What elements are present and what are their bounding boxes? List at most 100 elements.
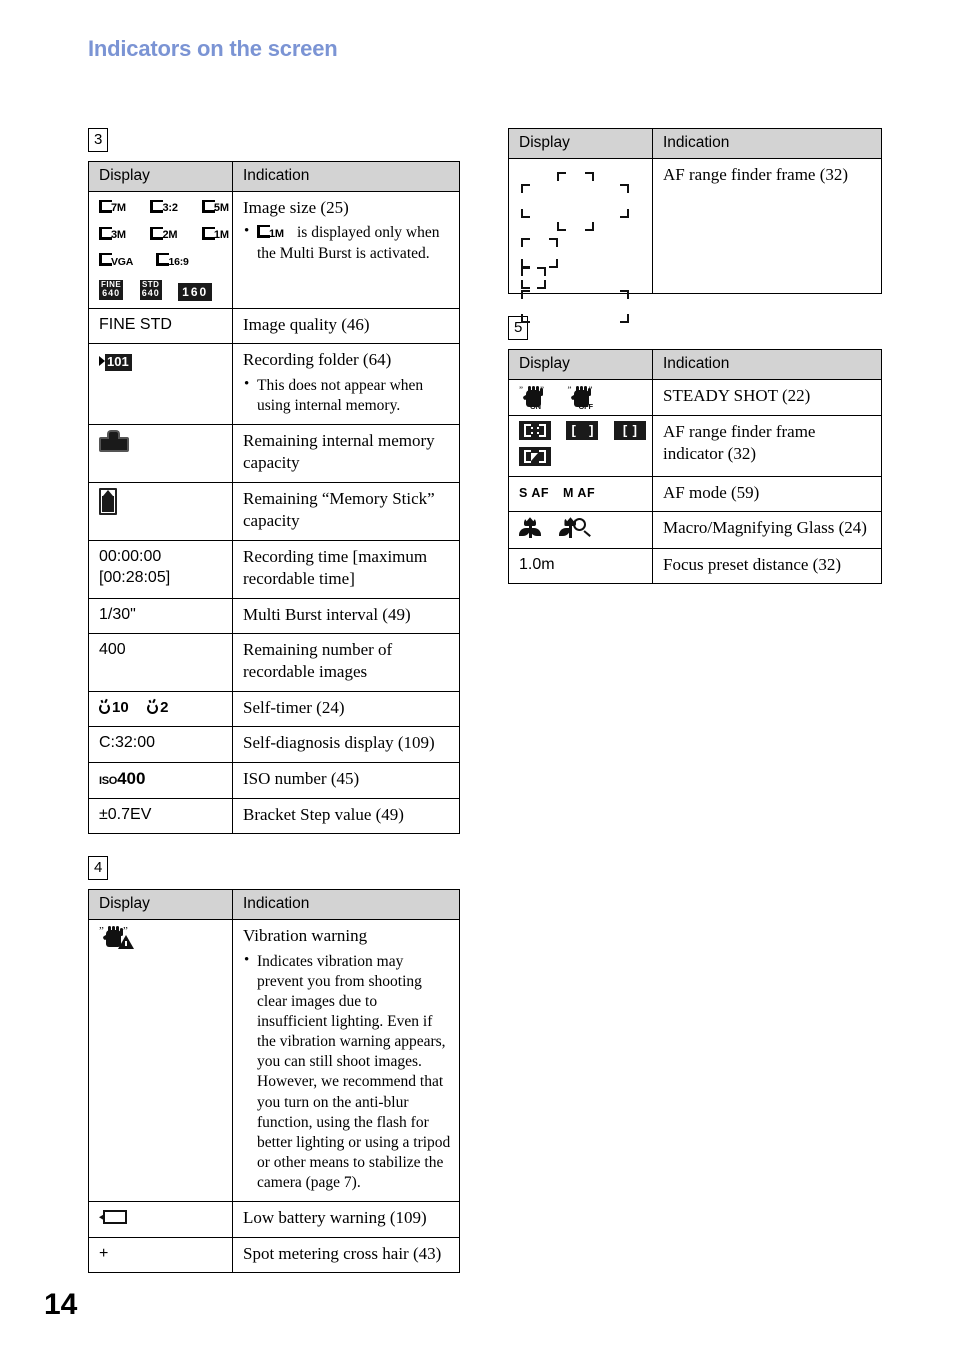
movie-160-icon: 160	[178, 282, 213, 301]
display-cell-macro	[508, 511, 653, 549]
folder-number: 101	[105, 354, 132, 371]
indication-cell-memory-stick: Remaining “Memory Stick” capacity	[232, 481, 460, 541]
movie-quality-icon-row: FINE 640 STD 640 160	[99, 277, 224, 301]
size-7m-icon: 7M	[99, 199, 133, 215]
indication-cell-self-diagnosis: Self-diagnosis display (109)	[232, 726, 460, 763]
page-number: 14	[44, 1288, 78, 1321]
recording-time-max: [00:28:05]	[99, 569, 171, 587]
table-row: Macro/Magnifying Glass (24)	[508, 511, 882, 549]
size-5m-icon: 5M	[201, 199, 236, 215]
list-item: 1Mis displayed only when the Multi Burst…	[243, 222, 451, 263]
table-row: ±0.7EV Bracket Step value (49)	[88, 797, 460, 835]
display-cell-internal-memory	[88, 423, 233, 483]
list-item: This does not appear when using internal…	[243, 375, 451, 416]
column-header-display: Display	[88, 161, 233, 192]
table-row: + Spot metering cross hair (43)	[88, 1236, 460, 1274]
recording-time-current: 00:00:00	[99, 547, 162, 565]
size-1m-inline-icon: 1M	[257, 224, 291, 240]
right-column: Display Indication AF range finder frame…	[508, 128, 882, 585]
table-row: 1/30" Multi Burst interval (49)	[88, 597, 460, 635]
left-column: 3 Display Indication 7M 3:2 5M 3M 2M 1M …	[88, 128, 460, 1274]
table-row: C:32:00 Self-diagnosis display (109)	[88, 726, 460, 763]
display-cell-steady-shot: ”” ON ”” OFF	[508, 379, 653, 416]
display-cell-af-indicator: [] []	[508, 414, 653, 477]
display-cell-low-battery	[88, 1201, 233, 1238]
table-header-row: Display Indication	[508, 349, 882, 380]
indication-cell-image-size: Image size (25) 1Mis displayed only when…	[232, 191, 460, 309]
af-indicator-row-1: [] []	[519, 420, 646, 443]
table-row: 7M 3:2 5M 3M 2M 1M VGA 16:9 FINE 640 STD…	[88, 191, 460, 309]
table-row: [] [] AF range finder frame indicator (3…	[508, 414, 882, 477]
table-row: 10 2 Self-timer (24)	[88, 690, 460, 728]
column-header-indication: Indication	[652, 349, 882, 380]
indication-cell-af-indicator: AF range finder frame indicator (32)	[652, 414, 882, 477]
display-cell-image-size: 7M 3:2 5M 3M 2M 1M VGA 16:9 FINE 640 STD…	[88, 191, 233, 309]
steady-shot-on-label: ON	[530, 402, 541, 411]
display-cell-spot-metering: +	[88, 1236, 233, 1274]
page-title: Indicators on the screen	[88, 36, 338, 61]
indication-cell-multi-burst: Multi Burst interval (49)	[232, 597, 460, 635]
display-cell-self-diagnosis: C:32:00	[88, 726, 233, 763]
table-row: Remaining “Memory Stick” capacity	[88, 481, 460, 541]
af-range-finder-frame-art	[519, 164, 649, 323]
section-number-3: 3	[88, 128, 109, 152]
image-size-icon-row-3: VGA 16:9	[99, 250, 224, 272]
indication-cell-image-quality: Image quality (46)	[232, 307, 460, 345]
indication-cell-steady-shot: STEADY SHOT (22)	[652, 379, 882, 416]
indication-cell-spot-metering: Spot metering cross hair (43)	[232, 1236, 460, 1274]
table-row: Remaining internal memory capacity	[88, 423, 460, 483]
table-af-range-finder-frame: Display Indication AF range finder frame…	[508, 128, 882, 323]
table-row: ”” Vibration warning Indicates vibration…	[88, 919, 460, 1203]
af-mode-single-icon: S AF	[519, 485, 550, 500]
size-16-9-icon: 16:9	[156, 252, 196, 268]
table-row: 101 Recording folder (64) This does not …	[88, 343, 460, 425]
size-2m-icon: 2M	[150, 226, 184, 242]
magnifying-glass-icon	[559, 517, 593, 539]
macro-tulip-icon	[519, 517, 541, 539]
display-cell-multi-burst: 1/30"	[88, 597, 233, 635]
steady-shot-off-label: OFF	[578, 402, 593, 411]
indication-cell-macro: Macro/Magnifying Glass (24)	[652, 511, 882, 549]
table-header-row: Display Indication	[88, 889, 460, 921]
af-flexible-spot-icon	[519, 447, 551, 467]
indication-cell-focus-preset: Focus preset distance (32)	[652, 547, 882, 585]
display-cell-recording-time: 00:00:00 [00:28:05]	[88, 539, 233, 599]
list-item: Indicates vibration may prevent you from…	[243, 951, 451, 1194]
indication-text: Vibration warning	[243, 926, 368, 946]
column-header-indication: Indication	[232, 161, 460, 192]
table-section-4: Display Indication ”” Vibration warning …	[88, 889, 460, 1274]
size-3-2-icon: 3:2	[150, 199, 184, 215]
self-timer-10-icon: 10	[99, 698, 129, 718]
display-cell-focus-preset: 1.0m	[508, 547, 653, 585]
display-cell-image-quality: FINE STD	[88, 307, 233, 345]
size-vga-icon: VGA	[99, 252, 139, 268]
display-cell-bracket-step: ±0.7EV	[88, 797, 233, 835]
image-size-icon-row-2: 3M 2M 1M	[99, 224, 229, 246]
indication-cell-recording-time: Recording time [maximum recordable time]	[232, 539, 460, 599]
low-battery-icon	[99, 1210, 129, 1225]
memory-stick-icon	[99, 487, 117, 515]
table-row: Low battery warning (109)	[88, 1201, 460, 1238]
indication-cell-af-mode: AF mode (59)	[652, 475, 882, 513]
size-3m-icon: 3M	[99, 226, 133, 242]
internal-memory-icon	[99, 429, 129, 452]
table-row: S AF M AF AF mode (59)	[508, 475, 882, 513]
steady-shot-on-icon: ”” ON	[519, 385, 544, 412]
self-timer-2-icon: 2	[147, 698, 168, 718]
recording-folder-icon: 101	[99, 352, 132, 374]
indication-cell-recording-folder: Recording folder (64) This does not appe…	[232, 343, 460, 425]
table-row: 00:00:00 [00:28:05] Recording time [maxi…	[88, 539, 460, 599]
bullet-list: This does not appear when using internal…	[243, 375, 451, 416]
indication-text: Recording folder (64)	[243, 350, 392, 370]
bullet-list: 1Mis displayed only when the Multi Burst…	[243, 222, 451, 263]
image-size-icon-row-1: 7M 3:2 5M	[99, 197, 229, 219]
af-indicator-row-2	[519, 447, 644, 469]
indication-cell-internal-memory: Remaining internal memory capacity	[232, 423, 460, 483]
column-header-indication: Indication	[652, 128, 882, 159]
indication-cell-bracket-step: Bracket Step value (49)	[232, 797, 460, 835]
column-header-display: Display	[508, 128, 653, 159]
movie-std-640-icon: STD 640	[139, 279, 162, 300]
indication-cell-af-range-finder-frame: AF range finder frame (32)	[652, 158, 882, 294]
indication-text: Image size (25)	[243, 198, 349, 217]
indication-cell-remaining-images: Remaining number of recordable images	[232, 633, 460, 692]
